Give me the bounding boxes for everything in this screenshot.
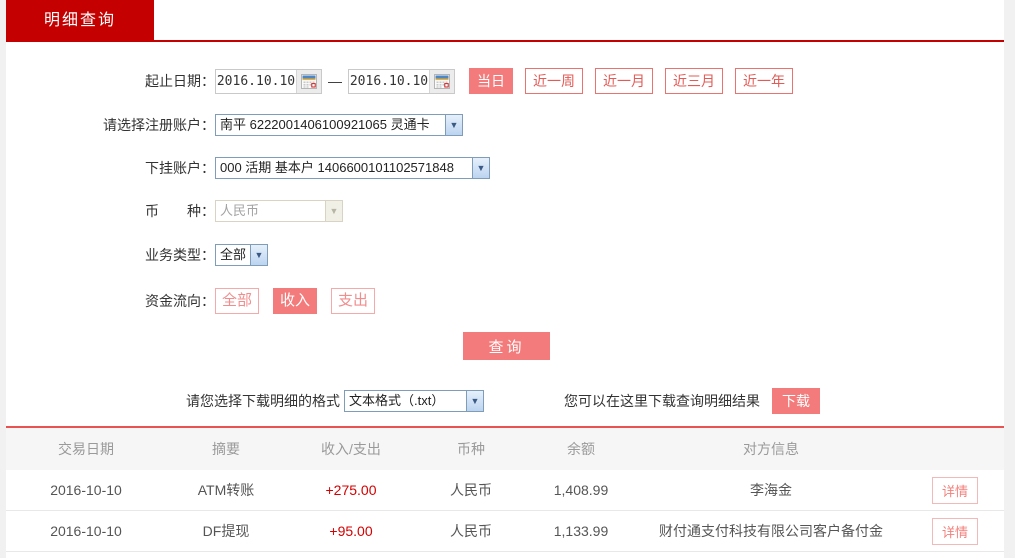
download-row: 请您选择下载明细的格式 文本格式（.txt） ▼ 您可以在这里下载查询明细结果 … [6,388,1004,414]
fund-flow-buttons: 全部 收入 支出 [215,288,375,314]
table-header-cell: 币种 [457,441,485,457]
currency-cell: 人民币 [450,482,492,498]
quick-range-button-1[interactable]: 近一周 [525,68,583,94]
counterparty-cell: 财付通支付科技有限公司客户备付金 [659,523,883,539]
business-type-label: 业务类型： [145,247,215,263]
table-header-cell: 摘要 [212,441,240,457]
start-date-calendar-button[interactable] [296,69,321,93]
date-range-separator: — [328,73,342,89]
download-button[interactable]: 下载 [772,388,820,414]
business-type-row: 业务类型： 全部 ▼ [6,244,1004,266]
query-row: 查询 [6,332,1004,360]
fund-flow-button-2[interactable]: 支出 [331,288,375,314]
calendar-icon [434,73,450,89]
chevron-down-icon: ▼ [445,115,462,135]
end-date-calendar-button[interactable] [429,69,454,93]
detail-button[interactable]: 详情 [931,476,978,504]
main-panel: 明细查询 起止日期： 2016.10.10 — 2016.10.10 当日 近一… [6,0,1004,558]
amount-cell: +95.00 [329,523,373,539]
transaction-date-cell: 2016-10-10 [50,482,122,498]
table-row: 2016-10-10 DF提现 +95.00 人民币 1,133.99 财付通支付科技有限… [6,511,1004,552]
fund-flow-label: 资金流向： [145,293,215,309]
chevron-down-icon: ▼ [325,201,342,221]
quick-range-button-0[interactable]: 当日 [469,68,513,94]
sub-account-value: 000 活期 基本户 1406600101102571848 [220,160,454,175]
start-date-input[interactable] [216,69,296,93]
action-cell: 详情 [906,476,1004,504]
detail-button[interactable]: 详情 [931,517,978,545]
table-body: 2016-10-10 ATM转账 +275.00 人民币 1,408.99 李海金 详情 20… [6,470,1004,552]
register-account-value: 南平 6222001406100921065 灵通卡 [220,117,430,132]
chevron-down-icon: ▼ [466,391,483,411]
download-format-value: 文本格式（.txt） [349,393,445,408]
query-form: 起止日期： — [6,42,1004,428]
table-header-cell: 交易日期 [58,441,114,457]
results-table: 交易日期 摘要 收入/支出 币种 余额 对方信息 2016-10-10 ATM转账 +275.… [6,428,1004,552]
tab-bar: 明细查询 [6,0,1004,42]
register-account-label: 请选择注册账户： [103,117,215,133]
action-cell: 详情 [906,517,1004,545]
end-date-box [348,68,455,94]
business-type-select[interactable]: 全部 ▼ [215,244,268,266]
register-account-select[interactable]: 南平 6222001406100921065 灵通卡 ▼ [215,114,463,136]
currency-value: 人民币 [220,203,260,218]
table-header-cell: 对方信息 [743,441,799,457]
date-range-row: 起止日期： — [6,68,1004,94]
table-row: 2016-10-10 ATM转账 +275.00 人民币 1,408.99 李海金 详情 [6,470,1004,511]
table-header-row: 交易日期 摘要 收入/支出 币种 余额 对方信息 [6,428,1004,470]
quick-range-buttons: 当日 近一周 近一月 近三月 近一年 [469,68,793,94]
summary-cell: DF提现 [202,523,250,539]
currency-label: 币 种： [145,203,215,219]
end-date-input[interactable] [349,69,429,93]
query-button[interactable]: 查询 [463,332,550,360]
balance-cell: 1,408.99 [553,482,609,498]
quick-range-button-4[interactable]: 近一年 [735,68,793,94]
currency-cell: 人民币 [450,523,492,539]
tab-detail-query[interactable]: 明细查询 [6,0,154,42]
table-header-cell: 收入/支出 [321,441,381,457]
currency-select: 人民币 ▼ [215,200,343,222]
fund-flow-row: 资金流向： 全部 收入 支出 [6,288,1004,314]
transaction-date-cell: 2016-10-10 [50,523,122,539]
summary-cell: ATM转账 [197,482,255,498]
download-format-select[interactable]: 文本格式（.txt） ▼ [344,390,484,412]
start-date-box [215,68,322,94]
quick-range-button-2[interactable]: 近一月 [595,68,653,94]
calendar-icon [301,73,317,89]
fund-flow-button-0[interactable]: 全部 [215,288,259,314]
counterparty-cell: 李海金 [750,482,792,498]
chevron-down-icon: ▼ [472,158,489,178]
fund-flow-button-1[interactable]: 收入 [273,288,317,314]
currency-row: 币 种： 人民币 ▼ [6,200,1004,222]
business-type-value: 全部 [220,247,247,262]
download-format-label: 请您选择下载明细的格式 [186,393,340,409]
date-range-label: 起止日期： [145,73,215,89]
download-hint: 您可以在这里下载查询明细结果 [564,393,760,409]
table-header-cell: 余额 [567,441,595,457]
register-account-row: 请选择注册账户： 南平 6222001406100921065 灵通卡 ▼ [6,114,1004,136]
quick-range-button-3[interactable]: 近三月 [665,68,723,94]
sub-account-select[interactable]: 000 活期 基本户 1406600101102571848 ▼ [215,157,490,179]
sub-account-label: 下挂账户： [145,160,215,176]
chevron-down-icon: ▼ [250,245,267,265]
balance-cell: 1,133.99 [553,523,609,539]
sub-account-row: 下挂账户： 000 活期 基本户 1406600101102571848 ▼ [6,157,1004,179]
amount-cell: +275.00 [325,482,377,498]
